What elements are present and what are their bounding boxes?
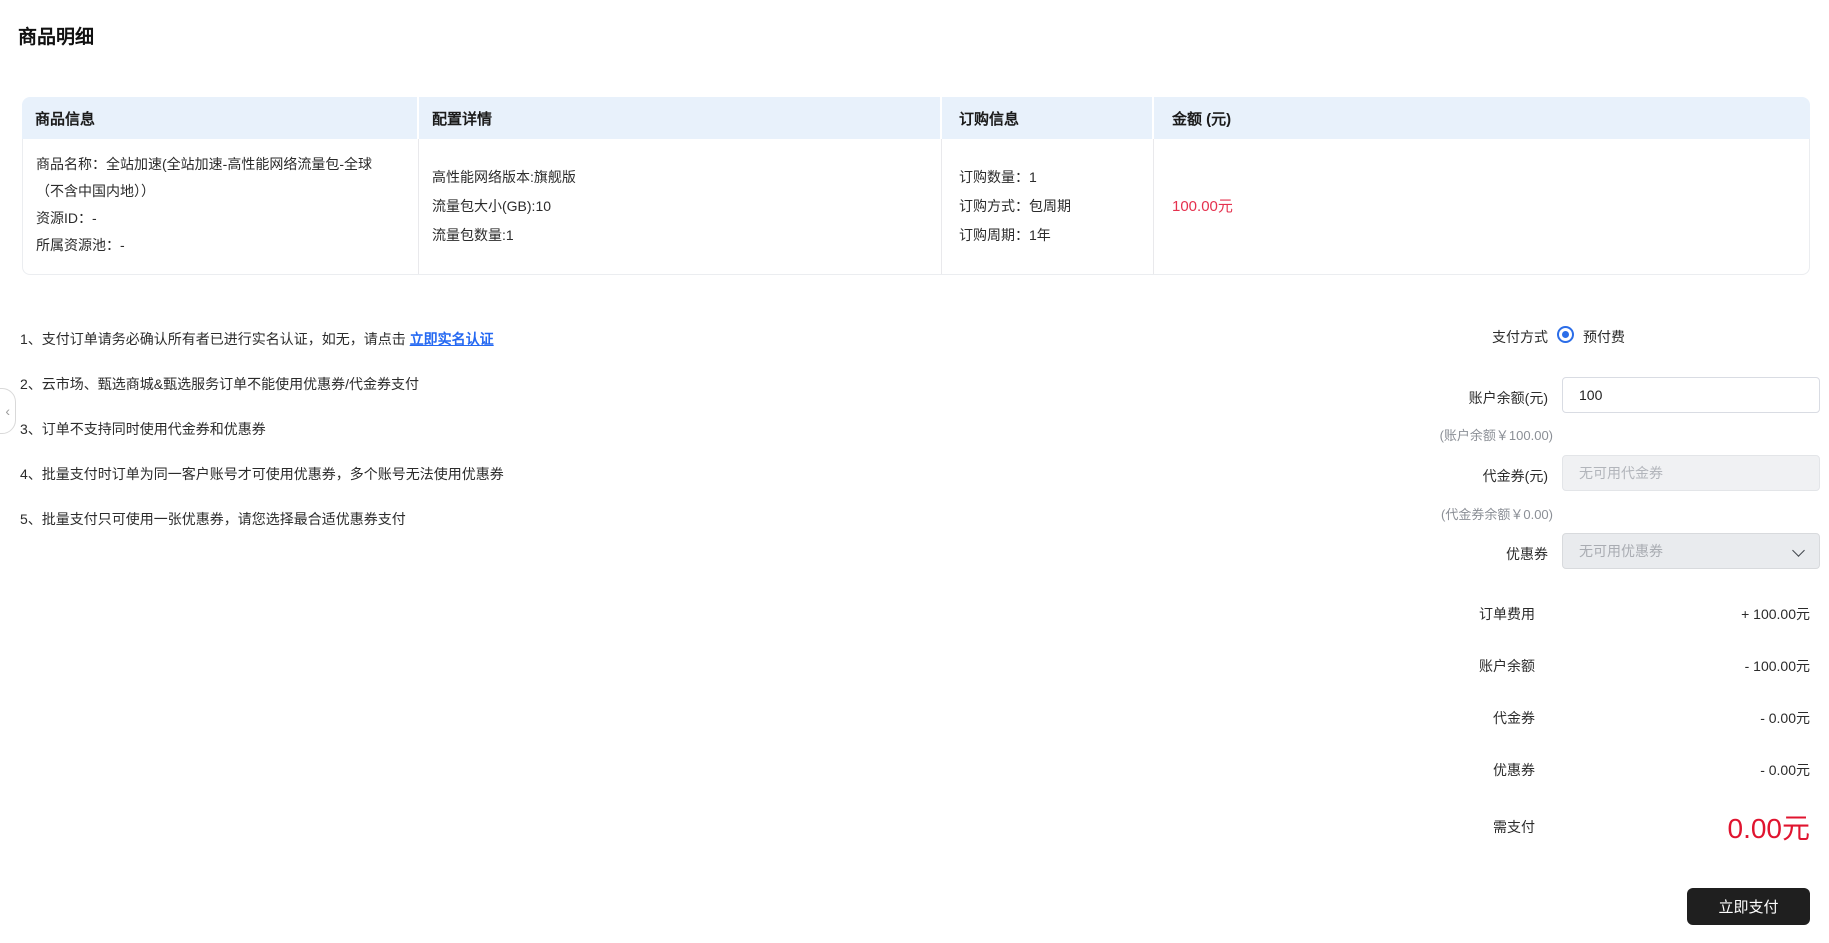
cell-config-detail: 高性能网络版本:旗舰版 流量包大小(GB):10 流量包数量:1 — [418, 139, 941, 274]
note-1-text: 1、支付订单请务必确认所有者已进行实名认证，如无，请点击 — [20, 331, 410, 347]
order-summary: 订单费用 + 100.00元 账户余额 - 100.00元 代金券 - 0.00… — [1400, 588, 1810, 858]
summary-row-due: 需支付 0.00元 — [1400, 796, 1810, 858]
order-quantity: 订购数量：1 — [959, 169, 1037, 185]
summary-label: 优惠券 — [1493, 762, 1535, 778]
summary-value: - 0.00元 — [1760, 710, 1810, 726]
row-amount-value: 100.00元 — [1172, 198, 1233, 215]
note-4: 4、批量支付时订单为同一客户账号才可使用优惠券，多个账号无法使用优惠券 — [20, 466, 504, 482]
header-order-info: 订购信息 — [940, 97, 1152, 139]
resource-pool: 所属资源池：- — [36, 237, 125, 253]
cell-product-info: 商品名称：全站加速(全站加速-高性能网络流量包-全球 （不含中国内地）） 资源I… — [23, 139, 418, 274]
prepaid-radio[interactable] — [1557, 326, 1574, 343]
summary-value: + 100.00元 — [1741, 606, 1810, 622]
summary-row-order-fee: 订单费用 + 100.00元 — [1400, 588, 1810, 640]
summary-label: 账户余额 — [1479, 658, 1535, 674]
coupon-label: 优惠券 — [1506, 546, 1548, 562]
product-name-line2: （不含中国内地）） — [36, 183, 155, 199]
summary-row-voucher: 代金券 - 0.00元 — [1400, 692, 1810, 744]
table-header-row: 商品信息 配置详情 订购信息 金额 (元) — [22, 97, 1810, 139]
table-row: 商品名称：全站加速(全站加速-高性能网络流量包-全球 （不含中国内地）） 资源I… — [22, 139, 1810, 275]
voucher-label: 代金券(元) — [1482, 468, 1548, 484]
note-2: 2、云市场、甄选商城&甄选服务订单不能使用优惠券/代金券支付 — [20, 376, 420, 392]
header-amount: 金额 (元) — [1152, 97, 1810, 139]
payment-notes: 1、支付订单请务必确认所有者已进行实名认证，如无，请点击 立即实名认证 2、云市… — [20, 331, 504, 556]
product-detail-table: 商品信息 配置详情 订购信息 金额 (元) 商品名称：全站加速(全站加速-高性能… — [22, 97, 1810, 275]
config-version: 高性能网络版本:旗舰版 — [432, 169, 576, 185]
coupon-select[interactable]: 无可用优惠券 — [1562, 533, 1820, 569]
order-mode: 订购方式：包周期 — [959, 198, 1071, 214]
note-3: 3、订单不支持同时使用代金券和优惠券 — [20, 421, 266, 437]
order-period: 订购周期：1年 — [959, 227, 1051, 243]
summary-row-account-balance: 账户余额 - 100.00元 — [1400, 640, 1810, 692]
pay-now-button[interactable]: 立即支付 — [1687, 888, 1810, 925]
note-5: 5、批量支付只可使用一张优惠券，请您选择最合适优惠券支付 — [20, 511, 406, 527]
due-amount: 0.00元 — [1727, 813, 1811, 844]
cell-order-info: 订购数量：1 订购方式：包周期 订购周期：1年 — [941, 139, 1153, 274]
due-label: 需支付 — [1493, 819, 1535, 835]
page-title: 商品明细 — [18, 27, 95, 48]
header-config-detail: 配置详情 — [417, 97, 940, 139]
coupon-select-placeholder: 无可用优惠券 — [1579, 543, 1663, 559]
chevron-left-icon: ‹ — [5, 403, 10, 419]
note-1: 1、支付订单请务必确认所有者已进行实名认证，如无，请点击 立即实名认证 — [20, 331, 504, 347]
realname-auth-link[interactable]: 立即实名认证 — [410, 331, 494, 347]
summary-value: - 100.00元 — [1744, 658, 1810, 674]
resource-id: 资源ID：- — [36, 210, 97, 226]
header-product-info: 商品信息 — [35, 110, 96, 128]
summary-row-coupon: 优惠券 - 0.00元 — [1400, 744, 1810, 796]
chevron-down-icon — [1792, 544, 1805, 557]
account-balance-input[interactable] — [1562, 377, 1820, 413]
collapse-panel-handle[interactable]: ‹ — [0, 388, 16, 434]
cell-amount: 100.00元 — [1153, 139, 1809, 274]
config-package-size: 流量包大小(GB):10 — [432, 198, 552, 214]
summary-value: - 0.00元 — [1760, 762, 1810, 778]
payment-method-label: 支付方式 — [1492, 329, 1548, 345]
account-balance-label: 账户余额(元) — [1468, 390, 1548, 406]
summary-label: 代金券 — [1493, 710, 1535, 726]
prepaid-option-label: 预付费 — [1583, 329, 1625, 345]
config-package-count: 流量包数量:1 — [432, 227, 514, 243]
voucher-input[interactable] — [1562, 455, 1820, 491]
summary-label: 订单费用 — [1479, 606, 1535, 622]
account-balance-hint: (账户余额￥100.00) — [1439, 428, 1553, 443]
voucher-balance-hint: (代金券余额￥0.00) — [1441, 507, 1553, 522]
product-name-line1: 商品名称：全站加速(全站加速-高性能网络流量包-全球 — [36, 156, 372, 172]
